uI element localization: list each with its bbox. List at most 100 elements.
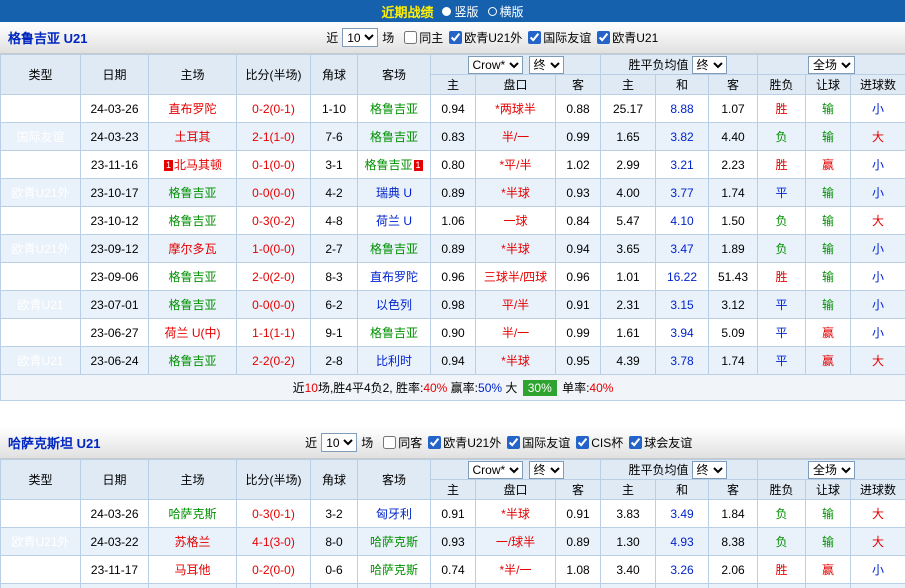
match-count-select[interactable]: 10	[321, 433, 358, 452]
avg-away-odds: 1.84	[708, 499, 759, 528]
checkbox-label: CIS杯	[591, 435, 624, 450]
corners-score: 1-10	[310, 94, 358, 123]
col-score: 比分(半场)	[236, 459, 311, 500]
handicap-line: *半球	[475, 499, 556, 528]
avg-draw-odds: 3.47	[655, 234, 710, 263]
checkbox-input[interactable]	[507, 435, 521, 449]
filter-checkbox[interactable]: 球会友谊	[629, 434, 692, 451]
match-date: 24-03-26	[80, 94, 149, 123]
match-score: 4-1(3-0)	[236, 527, 311, 556]
checkbox-input[interactable]	[383, 435, 397, 449]
match-score: 0-0(0-0)	[236, 178, 311, 207]
col-res-handicap: 让球	[805, 479, 852, 500]
bookmaker-select[interactable]: Crow*	[467, 460, 523, 479]
corners-score: 8-3	[310, 262, 358, 291]
handicap-line: 半/一	[475, 318, 556, 347]
summary-segment: 40%	[589, 381, 614, 395]
col-date: 日期	[80, 459, 149, 500]
match-type: 欧青U21外	[0, 499, 81, 528]
avg-home-odds: 5.47	[600, 206, 657, 235]
odds-group-header: Crow* 终	[429, 54, 602, 75]
horizontal-layout-radio[interactable]: 横版	[487, 3, 524, 20]
filter-checkbox[interactable]: 同主	[404, 29, 443, 46]
odds-away: 1.08	[554, 555, 602, 584]
col-res-goals: 进球数	[850, 479, 905, 500]
filter-checkbox[interactable]: 国际友谊	[528, 29, 591, 46]
team-label: 格鲁吉亚	[369, 102, 418, 116]
filter-checkbox[interactable]: 国际友谊	[507, 434, 570, 451]
matches-table-georgia: 类型 日期 主场 比分(半场) 角球 客场 Crow* 终 胜平负均值终 全场 主…	[0, 54, 905, 401]
team-name: 哈萨克斯坦 U21	[8, 436, 101, 451]
odds-home: 0.74	[430, 555, 476, 584]
result-handicap: 输	[805, 122, 852, 151]
horizontal-radio-label[interactable]: 横版	[500, 3, 524, 20]
radio-selected-icon[interactable]	[442, 6, 452, 16]
handicap-line: *半球	[475, 178, 556, 207]
avg-away-odds: 1.50	[708, 206, 759, 235]
avg-away-odds: 1.07	[708, 94, 759, 123]
filter-checkbox[interactable]: 欧青U21	[597, 29, 658, 46]
col-odds-away: 客	[554, 74, 602, 95]
match-count-select[interactable]: 10	[342, 28, 379, 47]
vertical-radio-label[interactable]: 竖版	[454, 3, 478, 20]
avg-away-odds: 4.40	[708, 122, 759, 151]
handicap-line: 一/球半	[475, 527, 556, 556]
avg-draw-odds: 3.15	[655, 290, 710, 319]
scope-select[interactable]: 全场	[808, 55, 856, 74]
odds-away: 0.94	[554, 234, 602, 263]
home-team: 直布罗陀	[148, 94, 237, 123]
odds-final-select[interactable]: 终	[528, 55, 564, 74]
bookmaker-select[interactable]: Crow*	[467, 55, 523, 74]
avg-draw-odds: 4.10	[655, 206, 710, 235]
checkbox-input[interactable]	[576, 435, 590, 449]
avg-home-odds: 1.61	[600, 318, 657, 347]
result-goals: 大	[850, 122, 905, 151]
filter-checkbox[interactable]: 欧青U21外	[428, 434, 501, 451]
match-row: 欧青U21外 23-09-12 摩尔多瓦 1-0(0-0) 2-7 格鲁吉亚 0.89 *半球…	[0, 234, 905, 263]
team-label: 格鲁吉亚	[168, 354, 217, 368]
odds-final-select[interactable]: 终	[528, 460, 564, 479]
wdl-final-select[interactable]: 终	[691, 55, 727, 74]
checkbox-input[interactable]	[629, 435, 643, 449]
wdl-avg-group-header: 胜平负均值终	[600, 54, 759, 75]
handicap-line: 一球	[475, 206, 556, 235]
avg-away-odds: 3.12	[708, 290, 759, 319]
home-team: 苏格兰	[148, 527, 237, 556]
checkbox-label: 欧青U21	[612, 30, 659, 45]
scope-select[interactable]: 全场	[808, 460, 856, 479]
team-label: 直布罗陀	[168, 102, 217, 116]
match-date: 23-11-17	[80, 555, 149, 584]
result-goals: 小	[850, 94, 905, 123]
team-label: 格鲁吉亚	[168, 298, 217, 312]
match-score: 0-3(0-1)	[236, 499, 311, 528]
result-goals: 大	[850, 583, 905, 588]
match-row: 欧青U21外 23-09-06 格鲁吉亚 2-0(2-0) 8-3 直布罗陀 0.96 三球半…	[0, 262, 905, 291]
away-team: 瑞典 U	[357, 178, 431, 207]
checkbox-input[interactable]	[449, 30, 463, 44]
wdl-final-select[interactable]: 终	[691, 460, 727, 479]
result-wdl: 负	[757, 122, 807, 151]
vertical-layout-radio[interactable]: 竖版	[442, 3, 479, 20]
checkbox-input[interactable]	[404, 30, 418, 44]
avg-away-odds: 1.74	[708, 346, 759, 375]
near-label: 近	[326, 31, 339, 45]
checkbox-input[interactable]	[428, 435, 442, 449]
radio-unselected-icon[interactable]	[487, 6, 497, 16]
team-label: 苏格兰	[174, 535, 211, 549]
col-avg-draw: 和	[655, 479, 710, 500]
odds-away: 0.91	[554, 499, 602, 528]
filter-checkbox[interactable]: 欧青U21外	[449, 29, 522, 46]
match-score: 0-2(0-0)	[236, 555, 311, 584]
team-section-header-georgia: 格鲁吉亚 U21 近 10 场 同主 欧青U21外 国际友谊 欧青U21	[0, 22, 905, 54]
result-handicap: 赢	[805, 318, 852, 347]
handicap-line: 半/一	[475, 122, 556, 151]
match-score: 0-1(0-0)	[236, 150, 311, 179]
checkbox-input[interactable]	[597, 30, 611, 44]
col-odds-away: 客	[554, 479, 602, 500]
avg-draw-odds: 7.27	[655, 583, 710, 588]
team-label: 匈牙利	[375, 507, 412, 521]
match-row: 欧青U21外 23-10-12 格鲁吉亚 0-3(0-2) 4-8 荷兰 U 1.06 一球 0…	[0, 206, 905, 235]
filter-checkbox[interactable]: 同客	[383, 434, 422, 451]
filter-checkbox[interactable]: CIS杯	[576, 434, 623, 451]
checkbox-input[interactable]	[528, 30, 542, 44]
